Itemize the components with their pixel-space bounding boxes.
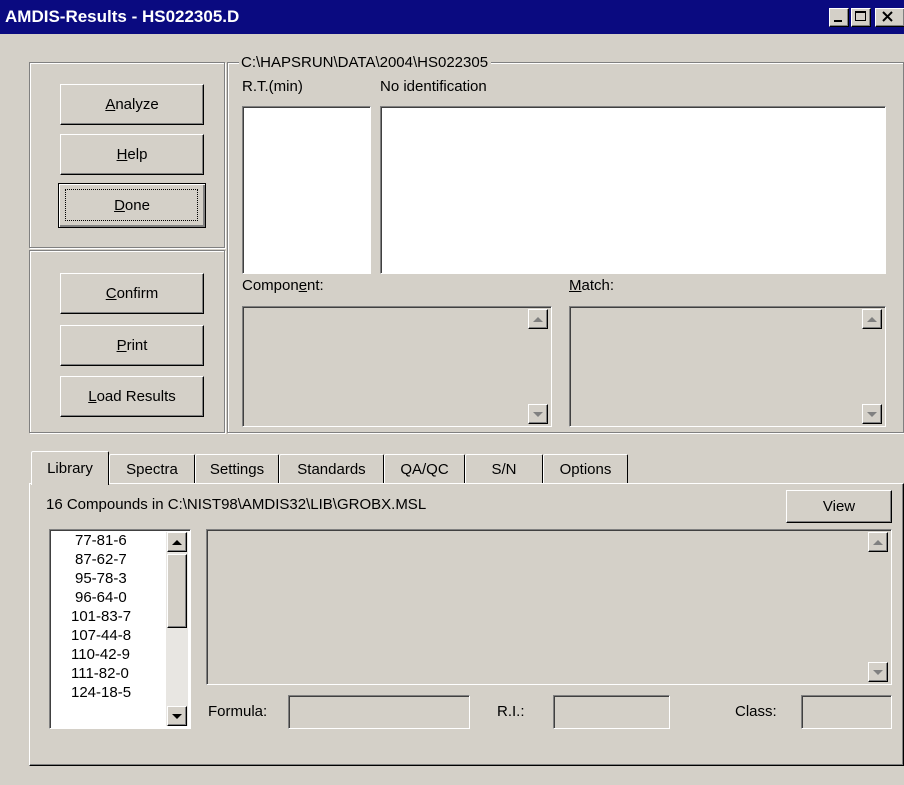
scroll-up-icon[interactable] [862,309,882,329]
identification-list[interactable] [380,106,886,274]
analyze-button[interactable]: Analyze [60,84,204,125]
amdis-results-window: AMDIS-Results - HS022305.D Analyze Help … [0,0,904,785]
scroll-track[interactable] [528,331,548,399]
scroll-down-icon[interactable] [167,706,187,726]
scroll-up-icon[interactable] [868,532,888,552]
match-label-key: M [569,277,582,294]
identification-label: No identification [380,78,487,95]
load-results-button[interactable]: Load Results [60,376,204,417]
help-label-post: elp [127,146,148,163]
done-button[interactable]: Done [58,183,206,228]
details-scrollbar[interactable] [867,532,889,682]
component-label-pre: Compon [242,277,299,294]
title-bar[interactable]: AMDIS-Results - HS022305.D [0,0,904,34]
rt-label: R.T.(min) [242,78,303,95]
match-textarea[interactable] [569,306,886,427]
list-item[interactable]: 124-18-5 [50,683,166,702]
compound-list[interactable]: 77-81-6 87-62-7 95-78-3 96-64-0 101-83-7… [49,529,191,729]
component-label-post: nt: [307,277,324,294]
close-icon[interactable] [875,8,904,27]
print-label-post: rint [126,337,148,354]
scroll-track[interactable] [868,554,888,660]
confirm-label-key: C [105,285,117,302]
list-item[interactable]: 107-44-8 [50,626,166,645]
confirm-label-post: onfirm [116,285,159,302]
list-item[interactable]: 96-64-0 [50,588,166,607]
analyze-label-key: A [105,96,116,113]
scroll-up-icon[interactable] [167,532,187,552]
component-label-key: e [298,277,308,294]
formula-field[interactable] [288,695,470,729]
scroll-up-icon[interactable] [528,309,548,329]
tab-options[interactable]: Options [543,454,628,483]
list-item[interactable]: 111-82-0 [50,664,166,683]
list-item[interactable]: 87-62-7 [50,550,166,569]
class-label: Class: [735,703,777,720]
list-item[interactable]: 101-83-7 [50,607,166,626]
focus-indicator [65,189,198,221]
data-path-label: C:\HAPSRUN\DATA\2004\HS022305 [239,54,492,71]
load-results-label-key: L [88,388,97,405]
component-scrollbar[interactable] [527,309,549,424]
ri-field[interactable] [553,695,670,729]
match-scrollbar[interactable] [861,309,883,424]
load-results-label-post: oad Results [96,388,176,405]
tab-spectra[interactable]: Spectra [109,454,195,483]
view-button[interactable]: View [786,490,892,523]
formula-label: Formula: [208,703,268,720]
match-label: Match: [569,277,614,294]
component-textarea[interactable] [242,306,552,427]
tab-standards[interactable]: Standards [279,454,384,483]
help-button[interactable]: Help [60,134,204,175]
list-item[interactable]: 95-78-3 [50,569,166,588]
scroll-track[interactable] [862,331,882,399]
tab-library[interactable]: Library [31,451,109,485]
compound-list-items: 77-81-6 87-62-7 95-78-3 96-64-0 101-83-7… [50,531,166,702]
rt-list[interactable] [242,106,371,274]
print-label-key: P [116,337,127,354]
maximize-icon[interactable] [851,8,871,27]
analyze-label-post: nalyze [115,96,159,113]
ri-label: R.I.: [497,703,525,720]
tab-settings[interactable]: Settings [195,454,279,483]
scroll-down-icon[interactable] [528,404,548,424]
minimize-icon[interactable] [829,8,849,27]
component-label: Component: [242,277,324,294]
class-field[interactable] [801,695,892,729]
print-button[interactable]: Print [60,325,204,366]
list-item[interactable]: 77-81-6 [50,531,166,550]
scroll-down-icon[interactable] [868,662,888,682]
list-item[interactable]: 110-42-9 [50,645,166,664]
confirm-button[interactable]: Confirm [60,273,204,314]
scroll-thumb[interactable] [167,554,187,628]
scroll-down-icon[interactable] [862,404,882,424]
tab-qa-qc[interactable]: QA/QC [384,454,465,483]
compound-details-area[interactable] [206,529,892,685]
window-title: AMDIS-Results - HS022305.D [5,7,240,26]
compound-scrollbar[interactable] [166,532,188,726]
match-label-post: atch: [581,277,615,294]
library-summary: 16 Compounds in C:\NIST98\AMDIS32\LIB\GR… [46,496,427,513]
tab-sn[interactable]: S/N [465,454,543,483]
help-label-key: H [116,146,128,163]
